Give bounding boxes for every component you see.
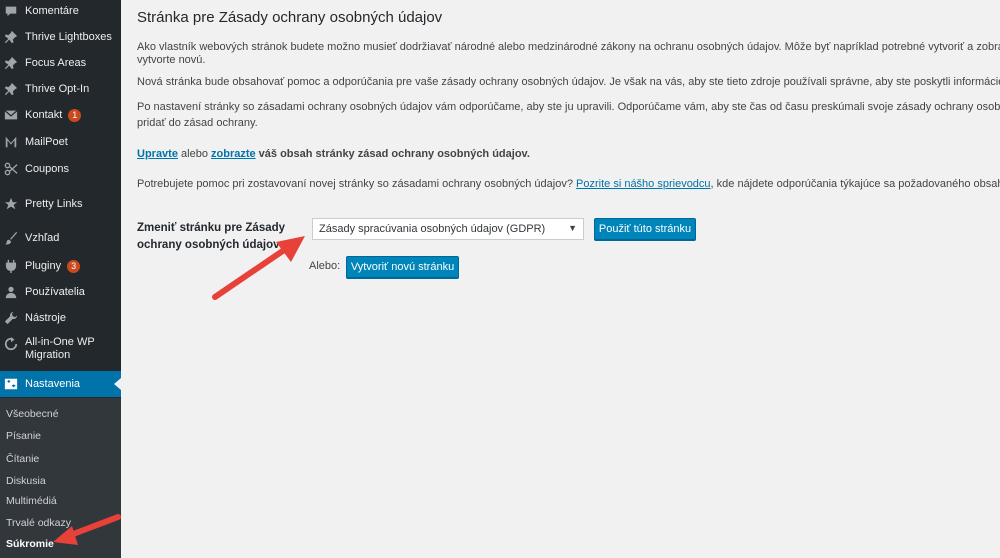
- users-icon: [3, 284, 19, 300]
- edit-view-line: Upravte alebo zobrazte váš obsah stránky…: [137, 146, 530, 163]
- view-link[interactable]: zobrazte: [211, 148, 256, 160]
- menu-label: Nástroje: [25, 311, 66, 324]
- submenu-citanie[interactable]: Čítanie: [6, 453, 39, 465]
- menu-thrive-lightboxes[interactable]: Thrive Lightboxes: [0, 29, 121, 45]
- guide-link[interactable]: Pozrite si nášho sprievodcu: [576, 178, 711, 190]
- privacy-page-select[interactable]: Zásady spracúvania osobných údajov (GDPR…: [312, 218, 584, 240]
- menu-label: Nastavenia: [25, 377, 81, 390]
- menu-label: Thrive Opt-In: [25, 82, 90, 95]
- help-line: Potrebujete pomoc pri zostavovaní novej …: [137, 176, 1000, 193]
- menu-label: Vzhľad: [25, 231, 60, 244]
- menu-thrive-optin[interactable]: Thrive Opt-In: [0, 81, 121, 97]
- comment-icon: [3, 3, 19, 19]
- menu-nastroje[interactable]: Nástroje: [0, 310, 121, 326]
- mail-icon: [3, 107, 19, 123]
- page-title: Stránka pre Zásady ochrany osobných údaj…: [137, 9, 443, 26]
- recommend-line-2: pridať do zásad ochrany.: [137, 117, 258, 129]
- menu-vzhlad[interactable]: Vzhľad: [0, 230, 121, 246]
- pin-icon: [3, 55, 19, 71]
- menu-comments[interactable]: Komentáre: [0, 3, 121, 19]
- submenu-diskusia[interactable]: Diskusia: [6, 475, 46, 487]
- settings-submenu: Všeobecné Písanie Čítanie Diskusia Multi…: [0, 398, 121, 558]
- wrench-icon: [3, 310, 19, 326]
- menu-coupons[interactable]: Coupons: [0, 161, 121, 177]
- menu-pluginy[interactable]: Pluginy 3: [0, 258, 121, 274]
- select-value: Zásady spracúvania osobných údajov (GDPR…: [319, 223, 546, 235]
- change-page-label: Zmeniť stránku pre Zásady ochrany osobný…: [137, 222, 286, 251]
- current-menu-pointer: [114, 378, 121, 390]
- menu-mailpoet[interactable]: MailPoet: [0, 134, 121, 150]
- migration-icon: [3, 336, 19, 352]
- main-content: Stránka pre Zásady ochrany osobných údaj…: [137, 0, 1000, 558]
- menu-label: MailPoet: [25, 135, 68, 148]
- settings-icon: [3, 376, 19, 392]
- menu-pouzivatelia[interactable]: Používatelia: [0, 284, 121, 300]
- pin-icon: [3, 81, 19, 97]
- submenu-multimedia[interactable]: Multimédiá: [6, 495, 57, 507]
- brush-icon: [3, 230, 19, 246]
- or-text: alebo: [177, 148, 211, 160]
- menu-nastavenia[interactable]: Nastavenia: [0, 371, 121, 397]
- menu-label: Coupons: [25, 162, 70, 175]
- admin-sidebar: Komentáre Thrive Lightboxes Focus Areas …: [0, 0, 121, 558]
- star-icon: [3, 196, 19, 212]
- menu-label: Kontakt: [25, 108, 63, 121]
- scissors-icon: [3, 161, 19, 177]
- create-page-button[interactable]: Vytvoriť novú stránku: [346, 256, 459, 278]
- info-paragraph: Nová stránka bude obsahovať pomoc a odpo…: [137, 76, 1000, 88]
- submenu-pisanie[interactable]: Písanie: [6, 430, 41, 442]
- submenu-vseobecne[interactable]: Všeobecné: [6, 408, 59, 420]
- chevron-down-icon: ▼: [568, 223, 577, 233]
- pin-icon: [3, 29, 19, 45]
- edit-link[interactable]: Upravte: [137, 148, 178, 160]
- menu-label: All-in-One WP Migration: [25, 336, 95, 361]
- menu-label: Focus Areas: [25, 56, 87, 69]
- intro-line-2: vytvorte novú.: [137, 54, 206, 66]
- intro-line-1: Ako vlastník webových stránok budete mož…: [137, 41, 1000, 53]
- edit-rest-text: váš obsah stránky zásad ochrany osobných…: [255, 148, 530, 160]
- menu-label: Používatelia: [25, 285, 85, 298]
- menu-label: Thrive Lightboxes: [25, 30, 112, 43]
- help-text: Potrebujete pomoc pri zostavovaní novej …: [137, 178, 577, 190]
- notification-badge: 3: [67, 259, 81, 273]
- menu-pretty-links[interactable]: Pretty Links: [0, 196, 121, 212]
- menu-label: Pluginy: [25, 259, 62, 272]
- notification-badge: 1: [68, 108, 82, 122]
- plugin-icon: [3, 258, 19, 274]
- mailpoet-icon: [3, 134, 19, 150]
- menu-label: Komentáre: [25, 4, 79, 17]
- menu-kontakt[interactable]: Kontakt 1: [0, 107, 121, 123]
- menu-label: Pretty Links: [25, 197, 83, 210]
- menu-focus-areas[interactable]: Focus Areas: [0, 55, 121, 71]
- menu-all-in-one-migration[interactable]: All-in-One WP Migration: [0, 336, 121, 366]
- use-page-button[interactable]: Použiť túto stránku: [594, 218, 696, 240]
- recommend-line-1: Po nastavení stránky so zásadami ochrany…: [137, 101, 1000, 113]
- submenu-sukromie[interactable]: Súkromie: [6, 538, 54, 550]
- or-label: Alebo:: [309, 260, 341, 272]
- submenu-trvale-odkazy[interactable]: Trvalé odkazy: [6, 517, 71, 529]
- help-rest-text: , kde nájdete odporúčania týkajúce sa po…: [710, 178, 1000, 190]
